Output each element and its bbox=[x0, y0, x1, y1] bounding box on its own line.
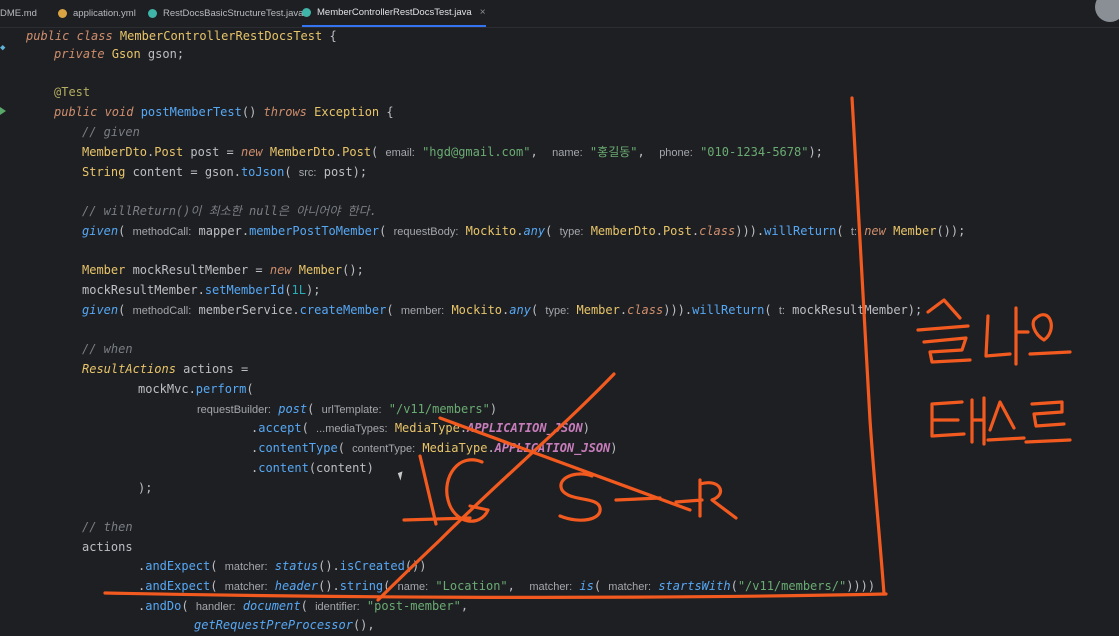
code-line: given( methodCall: mapper.memberPostToMe… bbox=[82, 224, 966, 238]
annotation-glyph bbox=[418, 454, 438, 526]
code-line: mockMvc.perform( bbox=[138, 382, 254, 396]
code-line: public void postMemberTest() throws Exce… bbox=[54, 105, 394, 119]
code-line: .accept( ...mediaTypes: MediaType.APPLIC… bbox=[251, 421, 590, 435]
tab-restdocs-basic-structure-test[interactable]: RestDocsBasicStructureTest.java bbox=[148, 0, 303, 27]
code-line: given( methodCall: memberService.createM… bbox=[82, 303, 923, 317]
code-line: String content = gson.toJson( src: post)… bbox=[82, 165, 368, 179]
annotation-glyph bbox=[1024, 400, 1072, 444]
code-line: // given bbox=[82, 125, 140, 139]
code-line: requestBuilder: post( urlTemplate: "/v11… bbox=[197, 402, 498, 416]
annotation-bracket-vertical bbox=[850, 96, 886, 596]
run-test-icon[interactable] bbox=[0, 107, 6, 115]
avatar[interactable] bbox=[1095, 0, 1119, 22]
code-line: .contentType( contentType: MediaType.APP… bbox=[251, 441, 618, 455]
annotation-glyph bbox=[402, 516, 472, 522]
code-line: @Test bbox=[54, 85, 91, 99]
tab-label: application.yml bbox=[73, 8, 136, 19]
java-class-icon bbox=[148, 9, 157, 18]
editor-gutter: ◆ bbox=[0, 28, 16, 628]
close-tab-icon[interactable]: × bbox=[480, 7, 486, 18]
code-line: .andExpect( matcher: header().string( na… bbox=[138, 579, 876, 593]
code-line: Member mockResultMember = new Member(); bbox=[82, 263, 364, 277]
annotation-glyph bbox=[986, 400, 1026, 442]
code-line: public class MemberControllerRestDocsTes… bbox=[26, 29, 337, 43]
yaml-file-icon bbox=[58, 9, 67, 18]
annotation-glyph bbox=[984, 306, 1030, 366]
code-line: .andExpect( matcher: status().isCreated(… bbox=[138, 559, 427, 573]
tab-label: MemberControllerRestDocsTest.java bbox=[317, 7, 472, 18]
code-line: .content(content) bbox=[251, 461, 374, 475]
code-line: getRequestPreProcessor(), bbox=[194, 618, 375, 632]
implemented-marker-icon[interactable]: ◆ bbox=[0, 43, 5, 53]
annotation-glyph bbox=[614, 496, 662, 502]
annotation-glyph bbox=[930, 396, 986, 446]
annotation-glyph bbox=[558, 472, 602, 522]
code-line: MemberDto.Post post = new MemberDto.Post… bbox=[82, 145, 823, 159]
tab-label: RestDocsBasicStructureTest.java bbox=[163, 8, 304, 19]
annotation-glyph bbox=[445, 458, 490, 523]
annotation-glyph bbox=[1028, 313, 1072, 356]
annotation-glyph bbox=[674, 478, 738, 520]
tab-application-yml[interactable]: application.yml bbox=[58, 0, 136, 27]
code-line: // then bbox=[82, 520, 133, 534]
editor-tab-bar: DME.md application.yml RestDocsBasicStru… bbox=[0, 0, 1119, 28]
code-line: // willReturn()이 최소한 null은 아니어야 한다. bbox=[82, 204, 377, 218]
code-line: ); bbox=[138, 481, 153, 495]
code-line: mockResultMember.setMemberId(1L); bbox=[82, 283, 321, 297]
java-class-icon bbox=[302, 8, 311, 17]
code-line: .andDo( handler: document( identifier: "… bbox=[138, 599, 469, 613]
code-line: ResultActions actions = bbox=[82, 362, 249, 376]
annotation-glyph bbox=[916, 298, 972, 364]
code-line: // when bbox=[82, 342, 133, 356]
tab-label: DME.md bbox=[0, 8, 37, 19]
tab-readme[interactable]: DME.md bbox=[0, 0, 37, 27]
code-line: actions bbox=[82, 540, 133, 554]
tab-member-controller-restdocs-test[interactable]: MemberControllerRestDocsTest.java × bbox=[302, 0, 486, 27]
mouse-pointer-icon bbox=[397, 471, 406, 481]
code-line: private Gson gson; bbox=[54, 47, 185, 61]
